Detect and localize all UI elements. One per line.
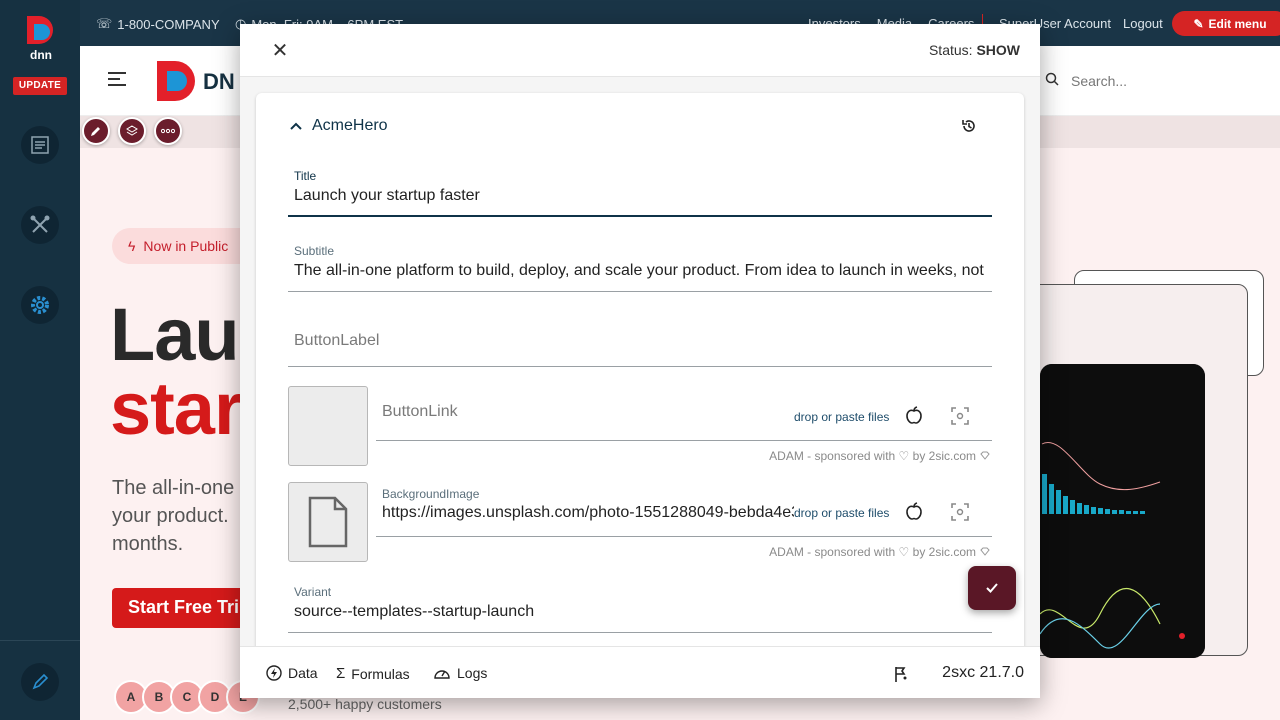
hamburger-menu-icon[interactable] [108,72,126,90]
subtitle-input[interactable]: The all-in-one platform to build, deploy… [294,262,986,280]
background-image-underline [376,536,992,537]
settings-icon[interactable] [21,286,59,324]
version-label: 2sxc 21.7.0 [942,664,1024,681]
content-type-card: AcmeHero Title Launch your startup faste… [256,93,1024,653]
customers-text: 2,500+ happy customers [288,696,442,712]
svg-text:dnn: dnn [30,48,52,62]
customer-avatars: A B C D E [114,680,260,714]
sidebar-divider [0,640,80,641]
adam-sponsor-text[interactable]: ADAM - sponsored with ♡ by 2sic.com [769,449,990,463]
formulas-tab[interactable]: Σ Formulas [336,665,410,682]
title-underline [288,215,992,217]
scan-icon[interactable] [950,502,970,527]
title-input[interactable]: Launch your startup faster [294,187,984,205]
content-icon[interactable] [21,126,59,164]
button-label-placeholder: ButtonLabel [294,332,380,349]
formulas-tab-label: Formulas [351,665,410,682]
background-image-preview[interactable] [288,482,368,562]
diamond-icon [980,449,990,463]
status-label: Status: [928,42,977,58]
status-indicator[interactable]: Status: SHOW [929,42,1020,58]
phone-contact[interactable]: ☏ 1-800-COMPANY [96,16,220,32]
adam-sponsor-text[interactable]: ADAM - sponsored with ♡ by 2sic.com [769,545,990,559]
history-icon[interactable] [960,117,978,140]
dnn-sidebar: dnn UPDATE [0,0,80,720]
logout-link[interactable]: Logout [1123,16,1163,31]
layers-icon[interactable] [118,117,146,145]
logs-tab[interactable]: Logs [433,665,487,681]
button-label-underline [288,366,992,367]
hero-badge-text: Now in Public [143,238,229,254]
bolt-icon [266,665,282,681]
variant-field[interactable]: Variant source--templates--startup-launc… [288,579,992,633]
pencil-icon[interactable] [82,117,110,145]
edit-menu-label: Edit menu [1208,16,1267,31]
edit-dialog: ✕ Status: SHOW AcmeHero Title Launch you… [240,24,1040,698]
search-placeholder: Search... [1071,72,1128,89]
gauge-icon [434,670,450,679]
variant-input[interactable]: source--templates--startup-launch [294,603,534,621]
diamond-icon [980,545,990,559]
title-field[interactable]: Title Launch your startup faster [288,163,992,217]
drop-files-link[interactable]: drop or paste files [794,410,889,424]
scan-icon[interactable] [950,406,970,431]
site-logo[interactable]: DN [155,59,245,108]
button-label-field[interactable]: ButtonLabel [288,313,992,367]
background-image-field[interactable]: BackgroundImage https://images.unsplash.… [376,481,992,537]
button-link-field[interactable]: ButtonLink drop or paste files [376,385,992,441]
hero-title-line2: star [110,367,243,450]
search-icon [1045,72,1059,89]
variant-underline [288,632,992,633]
section-title: AcmeHero [312,117,388,134]
section-toggle[interactable]: AcmeHero [290,117,388,135]
file-icon [308,496,348,548]
site-search[interactable]: Search... [1045,72,1127,89]
dialog-header: ✕ Status: SHOW [240,24,1040,77]
button-link-placeholder: ButtonLink [382,403,458,420]
chevron-up-icon [290,117,302,135]
button-link-underline [376,440,992,441]
subtitle-field[interactable]: Subtitle The all-in-one platform to buil… [288,238,992,292]
check-icon [986,583,998,593]
phone-text: 1-800-COMPANY [117,16,220,32]
more-icon[interactable] [154,117,182,145]
sigma-icon: Σ [336,665,346,682]
data-tab[interactable]: Data [266,665,318,681]
flag-icon[interactable] [892,665,910,688]
edit-icon[interactable] [21,663,59,701]
data-tab-label: Data [288,665,318,681]
edit-menu-icon: ✎ [1193,16,1204,31]
dialog-footer: Data Σ Formulas Logs 2sxc 21.7.0 [240,646,1040,698]
dnn-logo[interactable]: dnn [24,14,58,62]
svg-text:DN: DN [203,69,235,94]
title-label: Title [294,169,317,183]
logs-tab-label: Logs [457,665,488,681]
edit-tools [82,117,182,145]
lightning-icon: ϟ [128,238,136,254]
adam-text: ADAM - sponsored with ♡ by 2sic.com [769,545,976,559]
adam-text: ADAM - sponsored with ♡ by 2sic.com [769,449,976,463]
dashboard-image [1040,364,1205,658]
apple-icon[interactable] [904,405,924,430]
variant-label: Variant [294,585,332,599]
save-button[interactable] [968,566,1016,610]
hero-desc-line3: months. [112,533,184,555]
tools-icon[interactable] [21,206,59,244]
close-icon[interactable]: ✕ [270,40,290,62]
hero-description: The all-in-one your product. months. [112,474,234,558]
phone-icon: ☏ [96,16,113,31]
button-link-preview [288,386,368,466]
apple-icon[interactable] [904,501,924,526]
subtitle-underline [288,291,992,292]
background-image-input[interactable]: https://images.unsplash.com/photo-155128… [382,504,794,522]
status-value: SHOW [976,42,1020,58]
update-badge[interactable]: UPDATE [13,77,67,95]
hero-desc-line1: The all-in-one [112,477,235,499]
background-image-label: BackgroundImage [382,487,480,501]
edit-menu-button[interactable]: ✎ Edit menu [1172,11,1280,36]
drop-files-link[interactable]: drop or paste files [794,506,889,520]
hero-desc-line2: your product. [112,505,229,527]
subtitle-label: Subtitle [294,244,335,258]
